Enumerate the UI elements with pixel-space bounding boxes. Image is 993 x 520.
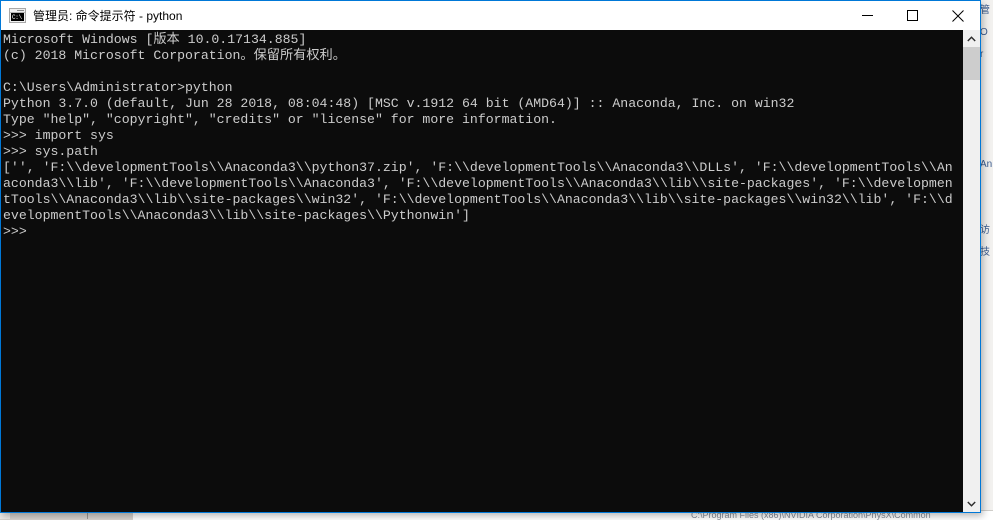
console-line: Type "help", "copyright", "credits" or "…	[3, 112, 557, 127]
maximize-icon	[907, 10, 918, 21]
cmd-console-icon: C:\	[9, 8, 26, 23]
console-line: >>> sys.path	[3, 144, 98, 159]
console-line: evelopmentTools\\Anaconda3\\lib\\site-pa…	[3, 208, 470, 223]
chevron-up-icon	[967, 35, 976, 41]
chevron-down-icon	[967, 501, 976, 507]
scrollbar-track[interactable]	[963, 47, 980, 495]
minimize-button[interactable]	[845, 1, 890, 30]
scroll-down-button[interactable]	[963, 495, 980, 512]
console-line: aconda3\\lib', 'F:\\developmentTools\\An…	[3, 176, 953, 191]
console-line: ['', 'F:\\developmentTools\\Anaconda3\\p…	[3, 160, 953, 175]
console-line: >>>	[3, 224, 27, 239]
background-right-text: 管Or An 访技	[980, 5, 993, 258]
scrollbar-thumb[interactable]	[963, 47, 980, 80]
cmd-icon-text: C:\	[11, 13, 24, 21]
console-line: tTools\\Anaconda3\\lib\\site-packages\\w…	[3, 192, 953, 207]
maximize-button[interactable]	[890, 1, 935, 30]
console-line: Python 3.7.0 (default, Jun 28 2018, 08:0…	[3, 96, 795, 111]
console-text[interactable]: Microsoft Windows [版本 10.0.17134.885] (c)…	[1, 30, 963, 512]
console-line: C:\Users\Administrator>python	[3, 80, 233, 95]
window-title: 管理员: 命令提示符 - python	[33, 8, 183, 23]
console-line: Microsoft Windows [版本 10.0.17134.885]	[3, 32, 307, 47]
console-line: >>> import sys	[3, 128, 114, 143]
console-output-area[interactable]: Microsoft Windows [版本 10.0.17134.885] (c)…	[1, 30, 980, 512]
window-controls	[845, 1, 980, 30]
close-button[interactable]	[935, 1, 980, 30]
window-titlebar[interactable]: C:\ 管理员: 命令提示符 - python	[1, 1, 980, 30]
close-icon	[951, 9, 964, 22]
console-scrollbar[interactable]	[963, 30, 980, 512]
command-prompt-window: C:\ 管理员: 命令提示符 - python Microsoft Window	[0, 0, 981, 513]
scroll-up-button[interactable]	[963, 30, 980, 47]
console-line: (c) 2018 Microsoft Corporation。保留所有权利。	[3, 48, 346, 63]
minimize-icon	[862, 15, 873, 16]
